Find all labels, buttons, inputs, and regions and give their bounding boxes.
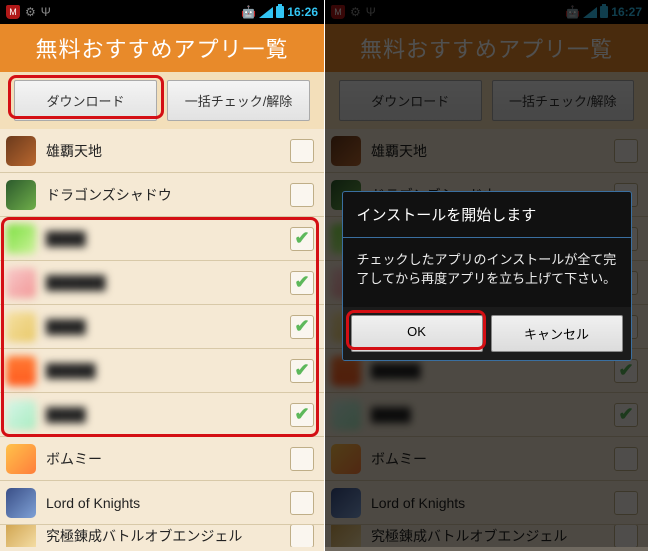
clock: 16:26 [287,5,318,19]
checkbox[interactable] [290,139,314,163]
app-label: █████ [46,363,290,379]
checkbox[interactable] [290,447,314,471]
shield-icon: M [6,5,20,19]
app-icon [6,488,36,518]
app-list: 雄覇天地ドラゴンズシャドウ███████████████████████ボムミー… [0,129,324,551]
usb-icon: Ψ [41,5,51,19]
checkbox[interactable] [290,525,314,547]
list-item[interactable]: ████ [0,305,324,349]
dialog-title: インストールを開始します [343,192,631,238]
checkbox[interactable] [290,359,314,383]
dialog-body: チェックしたアプリのインストールが全て完了してから再度アプリを立ち上げて下さい。 [343,238,631,307]
app-icon [6,312,36,342]
status-bar: M ⚙ Ψ 🤖 16:26 [0,0,324,24]
app-label: 究極錬成バトルオブエンジェル [46,526,290,546]
app-label: ドラゴンズシャドウ [46,185,290,205]
list-item[interactable]: ████ [0,217,324,261]
install-dialog: インストールを開始します チェックしたアプリのインストールが全て完了してから再度… [342,191,632,361]
checkbox[interactable] [290,227,314,251]
list-item[interactable]: █████ [0,349,324,393]
list-item[interactable]: ████ [0,393,324,437]
app-label: ████ [46,407,290,423]
checkbox[interactable] [290,315,314,339]
checkbox[interactable] [290,491,314,515]
android-icon: 🤖 [241,5,256,19]
app-icon [6,136,36,166]
list-item[interactable]: ボムミー [0,437,324,481]
app-label: ██████ [46,275,290,291]
page-title: 無料おすすめアプリ一覧 [0,24,324,72]
list-item[interactable]: ██████ [0,261,324,305]
phone-right: M ⚙ Ψ 🤖 16:27 無料おすすめアプリ一覧 ダウンロード 一括チェック/… [324,0,648,551]
list-item[interactable]: Lord of Knights [0,481,324,525]
app-icon [6,400,36,430]
app-icon [6,268,36,298]
checkbox[interactable] [290,403,314,427]
app-icon [6,525,36,547]
app-label: ████ [46,319,290,335]
battery-icon [276,6,284,18]
app-icon [6,180,36,210]
phone-left: M ⚙ Ψ 🤖 16:26 無料おすすめアプリ一覧 ダウンロード 一括チェック/… [0,0,324,551]
checkbox[interactable] [290,271,314,295]
app-icon [6,224,36,254]
checkbox[interactable] [290,183,314,207]
download-button[interactable]: ダウンロード [14,80,157,121]
app-icon [6,444,36,474]
list-item[interactable]: 究極錬成バトルオブエンジェル [0,525,324,547]
app-label: ボムミー [46,449,290,469]
dialog-cancel-button[interactable]: キャンセル [491,315,623,352]
modal-overlay: インストールを開始します チェックしたアプリのインストールが全て完了してから再度… [325,0,648,551]
dialog-ok-button[interactable]: OK [351,315,483,352]
bug-icon: ⚙ [25,5,36,19]
list-item[interactable]: 雄覇天地 [0,129,324,173]
button-row: ダウンロード 一括チェック/解除 [0,72,324,129]
app-label: Lord of Knights [46,495,290,511]
app-label: 雄覇天地 [46,141,290,161]
app-icon [6,356,36,386]
list-item[interactable]: ドラゴンズシャドウ [0,173,324,217]
app-label: ████ [46,231,290,247]
signal-icon [259,7,273,18]
toggle-all-button[interactable]: 一括チェック/解除 [167,80,310,121]
